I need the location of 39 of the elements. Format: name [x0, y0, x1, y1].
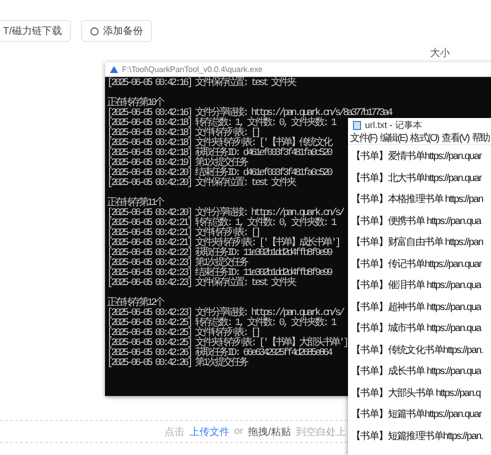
hint-text: 到空白处上: [296, 426, 346, 438]
window-title: url.txt - 记事本: [365, 118, 422, 132]
console-heading: 正在转存第12个: [107, 299, 164, 309]
text-line: 【书单】城市书单 https://pan.qua: [351, 322, 481, 336]
menu-item[interactable]: 帮助: [472, 131, 490, 145]
console-line: [2025-06-05 00:42:16] 文件保存位置: test 文件夹: [107, 79, 296, 89]
console-line: [2025-06-05 00:42:26] 第1次提交任务: [107, 359, 248, 369]
menu-item[interactable]: 格式(O): [410, 131, 439, 145]
column-header: 大小: [430, 48, 450, 59]
text-line: 【书单】便携书单 https://pan.qua: [351, 214, 481, 228]
menu-item[interactable]: 编辑(E): [380, 131, 408, 145]
console-line: [2025-06-05 00:42:23] 文件保存位置: test 文件夹: [107, 279, 296, 289]
text-line: 【书单】传记书单https://pan.quar: [351, 258, 482, 272]
window-title: F:\Tool\QuarkPanTool_v0.0.4\quark.exe: [122, 64, 263, 74]
text-line: 【书单】催泪书单 https://pan.qua: [351, 278, 481, 293]
upload-link[interactable]: 上传文件: [189, 424, 230, 438]
text-line: 【书单】传统文化书单https://pan.: [351, 344, 483, 358]
app-icon: [110, 66, 118, 72]
text-line: 【书单】短篇推理书单https://pan.: [351, 430, 483, 444]
text-line: 【书单】大部头书单 https://pan.q: [351, 386, 480, 400]
text-line: 【书单】本格推理书单 https://pan: [351, 192, 483, 207]
hint-text: or: [234, 426, 244, 437]
text-line: 【书单】北大书单https://pan.quar: [351, 172, 482, 186]
menu-item[interactable]: 查看(V): [442, 131, 469, 145]
toolbar-button[interactable]: T/磁力链下载: [0, 20, 71, 42]
console-heading: 正在转存第10个: [107, 99, 164, 109]
console-heading: 正在转存第11个: [107, 199, 164, 209]
text-line: 【书单】成长书单 https://pan.qua: [351, 364, 481, 379]
hint-text: 点击: [164, 426, 184, 438]
menu-item[interactable]: 文件(F): [350, 131, 377, 145]
hint-text: 拖拽/粘贴: [248, 426, 291, 438]
notepad-icon: [353, 120, 361, 130]
toolbar-button[interactable]: 添加备份: [80, 20, 152, 42]
text-line: 【书单】财富自由书单 https://pan: [351, 236, 483, 250]
text-line: 【书单】爱情书单https://pan.quar: [351, 150, 482, 164]
text-line: 【书单】短篇书单https://pan.quar: [351, 408, 482, 422]
text-line: 【书单】超神书单 https://pan.qua: [351, 300, 481, 314]
circle-icon: [90, 26, 99, 36]
console-line: [2025-06-05 00:42:20] 文件保存位置: test 文件夹: [107, 179, 296, 189]
